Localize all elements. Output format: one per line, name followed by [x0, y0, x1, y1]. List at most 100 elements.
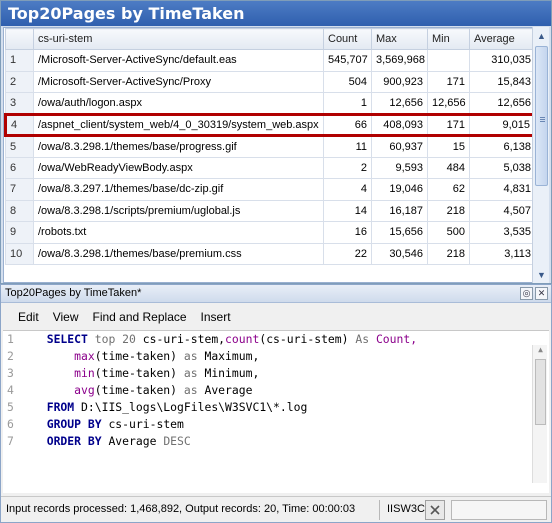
code-line: 2 max(time-taken) as Maximum,: [3, 348, 549, 365]
line-number: 2: [7, 349, 14, 363]
cell-min: [427, 49, 470, 72]
grip-icon: [540, 117, 545, 118]
sql-top: top 20: [94, 332, 136, 346]
column-header-average[interactable]: Average: [469, 28, 532, 50]
cell-average: 3,113: [469, 242, 532, 265]
query-window: Top20Pages by TimeTaken* ◎ ✕ Edit View F…: [0, 284, 552, 523]
scroll-down-arrow-icon[interactable]: ▼: [533, 266, 550, 283]
cell-max: 60,937: [371, 135, 428, 158]
scroll-thumb[interactable]: [535, 46, 548, 186]
sql-alias: Minimum,: [204, 366, 260, 380]
cancel-query-button[interactable]: [425, 500, 445, 520]
query-title: Top20Pages by TimeTaken*: [5, 287, 142, 299]
sql-function: count: [225, 332, 260, 346]
sql-alias: Count,: [375, 332, 418, 346]
cell-max: 30,546: [371, 242, 428, 265]
table-row[interactable]: 9 /robots.txt 16 15,656 500 3,535: [5, 221, 532, 244]
row-number: 3: [5, 92, 34, 115]
row-number: 5: [5, 135, 34, 158]
cell-average: 3,535: [469, 221, 532, 244]
query-menu-bar: Edit View Find and Replace Insert: [1, 305, 551, 329]
cell-max: 9,593: [371, 156, 428, 179]
cell-average: 310,035: [469, 49, 532, 72]
cell-min: 218: [427, 242, 470, 265]
table-row[interactable]: 10 /owa/8.3.298.1/themes/base/premium.cs…: [5, 242, 532, 265]
scroll-up-arrow-icon[interactable]: ▲: [533, 345, 548, 358]
sql-field: cs-uri-stem: [108, 417, 184, 431]
column-header-uri[interactable]: cs-uri-stem: [33, 28, 324, 50]
sql-as: as: [183, 383, 198, 397]
sql-keyword: SELECT: [46, 332, 88, 346]
table-row[interactable]: 6 /owa/WebReadyViewBody.aspx 2 9,593 484…: [5, 156, 532, 179]
close-icon: [430, 505, 440, 515]
scroll-up-arrow-icon[interactable]: ▲: [533, 27, 550, 44]
cell-uri: /owa/8.3.298.1/themes/base/progress.gif: [33, 135, 324, 158]
results-scrollbar[interactable]: ▲ ▼: [532, 27, 549, 283]
cell-max: 19,046: [371, 178, 428, 201]
cell-min: 218: [427, 199, 470, 222]
cell-count: 2: [323, 156, 372, 179]
sql-function: min: [74, 366, 95, 380]
close-icon[interactable]: ✕: [535, 287, 548, 300]
table-row-highlighted[interactable]: 4 /aspnet_client/system_web/4_0_30319/sy…: [4, 112, 532, 137]
table-row[interactable]: 3 /owa/auth/logon.aspx 1 12,656 12,656 1…: [5, 92, 532, 115]
sql-alias: Average: [204, 383, 253, 397]
line-number: 1: [7, 332, 14, 346]
cell-min: 171: [427, 70, 470, 93]
menu-view[interactable]: View: [46, 308, 86, 329]
cell-average: 5,038: [469, 156, 532, 179]
column-header-count[interactable]: Count: [323, 28, 372, 50]
cell-uri: /owa/WebReadyViewBody.aspx: [33, 156, 324, 179]
cell-uri: /robots.txt: [33, 221, 324, 244]
cell-count: 1: [323, 92, 372, 115]
cell-average: 4,507: [469, 199, 532, 222]
table-row[interactable]: 2 /Microsoft-Server-ActiveSync/Proxy 504…: [5, 70, 532, 93]
menu-edit[interactable]: Edit: [11, 308, 46, 329]
column-header-max[interactable]: Max: [371, 28, 428, 50]
sql-alias: Maximum,: [204, 349, 260, 363]
results-title: Top20Pages by TimeTaken: [1, 1, 551, 26]
line-number: 7: [7, 434, 14, 448]
cell-min: 62: [427, 178, 470, 201]
results-grid[interactable]: cs-uri-stem Count Max Min Average 1 /Mic…: [3, 27, 533, 283]
input-format: IISW3C: [387, 503, 425, 515]
results-table: cs-uri-stem Count Max Min Average 1 /Mic…: [4, 28, 532, 265]
cell-uri: /Microsoft-Server-ActiveSync/Proxy: [33, 70, 324, 93]
menu-insert[interactable]: Insert: [194, 308, 238, 329]
scroll-thumb[interactable]: [535, 359, 546, 425]
cell-min: 500: [427, 221, 470, 244]
code-line: 3 min(time-taken) as Minimum,: [3, 365, 549, 382]
progress-box: [451, 500, 547, 520]
menu-find-and-replace[interactable]: Find and Replace: [85, 308, 193, 329]
sql-keyword: ORDER BY: [46, 434, 102, 448]
header-row: cs-uri-stem Count Max Min Average: [5, 28, 532, 50]
table-row[interactable]: 1 /Microsoft-Server-ActiveSync/default.e…: [5, 49, 532, 72]
cell-average: 12,656: [469, 92, 532, 115]
column-header-min[interactable]: Min: [427, 28, 470, 50]
cell-count: 4: [323, 178, 372, 201]
row-number: 8: [5, 199, 34, 222]
table-row[interactable]: 5 /owa/8.3.298.1/themes/base/progress.gi…: [5, 135, 532, 158]
sql-function: max: [74, 349, 95, 363]
sql-as: as: [183, 349, 198, 363]
cell-max: 16,187: [371, 199, 428, 222]
column-header-rownum[interactable]: [5, 28, 34, 50]
pin-icon[interactable]: ◎: [520, 287, 533, 300]
code-line: 6 GROUP BY cs-uri-stem: [3, 416, 549, 433]
line-number: 6: [7, 417, 14, 431]
table-row[interactable]: 7 /owa/8.3.297.1/themes/base/dc-zip.gif …: [5, 178, 532, 201]
sql-desc: DESC: [163, 434, 191, 448]
code-line: 1 SELECT top 20 cs-uri-stem,count(cs-uri…: [3, 331, 549, 348]
sql-path: D:\IIS_logs\LogFiles\W3SVC1\*.log: [81, 400, 308, 414]
query-editor[interactable]: 1 SELECT top 20 cs-uri-stem,count(cs-uri…: [3, 330, 549, 493]
results-window: Top20Pages by TimeTaken cs-uri-stem Coun…: [0, 0, 552, 284]
sql-function: avg: [74, 383, 95, 397]
sql-keyword: GROUP BY: [46, 417, 102, 431]
editor-scrollbar[interactable]: ▲: [532, 345, 547, 483]
cell-uri: /Microsoft-Server-ActiveSync/default.eas: [33, 49, 324, 72]
table-row[interactable]: 8 /owa/8.3.298.1/scripts/premium/uglobal…: [5, 199, 532, 222]
row-number: 1: [5, 49, 34, 72]
cell-average: 6,138: [469, 135, 532, 158]
row-number: 9: [5, 221, 34, 244]
status-message: Input records processed: 1,468,892, Outp…: [6, 503, 356, 515]
